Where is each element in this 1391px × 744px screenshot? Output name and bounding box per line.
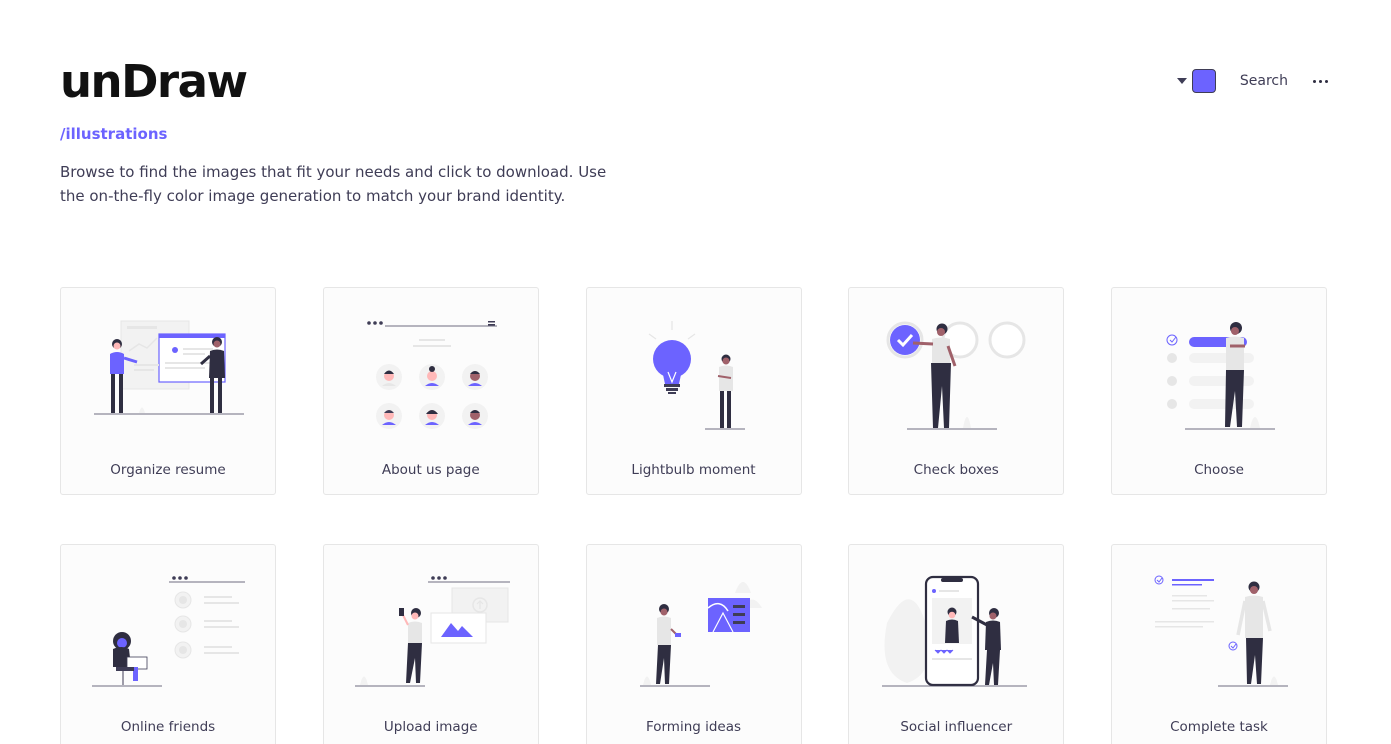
illustration-title: Organize resume (110, 462, 226, 478)
search-button[interactable]: Search (1240, 73, 1288, 89)
illustration-card[interactable]: About us page (322, 287, 539, 495)
site-logo[interactable]: unDraw (60, 55, 248, 108)
illustration-title: Forming ideas (645, 719, 742, 735)
illustration-title: Check boxes (913, 462, 999, 478)
illustration-grid: Organize resume About us page Lightbulb … (60, 287, 1327, 744)
check-boxes-illustration (886, 321, 1026, 430)
color-picker-swatch[interactable] (1191, 69, 1216, 93)
illustration-card[interactable]: Social influencer (848, 544, 1065, 744)
illustration-card[interactable]: Forming ideas (585, 544, 802, 744)
illustration-title: Social influencer (900, 719, 1013, 735)
choose-illustration (1166, 322, 1275, 430)
organize-resume-illustration (94, 320, 244, 415)
online-friends-illustration (92, 576, 245, 687)
illustration-title: Online friends (120, 719, 216, 735)
about-us-page-illustration (366, 321, 497, 429)
illustration-card[interactable]: Check boxes (848, 287, 1065, 495)
illustration-card[interactable]: Choose (1111, 287, 1327, 495)
illustration-card[interactable]: Online friends (60, 544, 276, 744)
upload-image-illustration (354, 576, 510, 687)
complete-task-illustration (1154, 575, 1288, 687)
social-influencer-illustration (882, 575, 1028, 687)
illustration-card[interactable]: Upload image (322, 544, 539, 744)
illustration-card[interactable]: Organize resume (60, 287, 276, 495)
forming-ideas-illustration (639, 582, 762, 687)
header-controls: Search (1176, 69, 1328, 93)
illustration-card[interactable]: Lightbulb moment (585, 287, 802, 495)
intro-text: Browse to find the images that fit your … (60, 163, 607, 205)
illustrations-link[interactable]: /illustrations (60, 125, 167, 143)
illustration-title: Choose (1194, 462, 1244, 478)
more-icon[interactable] (1313, 69, 1328, 93)
caret-down-icon[interactable] (1176, 78, 1187, 84)
illustration-title: Lightbulb moment (631, 462, 756, 478)
illustration-title: About us page (381, 462, 480, 478)
illustration-title: Complete task (1170, 719, 1268, 735)
illustration-card[interactable]: Complete task (1111, 544, 1327, 744)
illustration-title: Upload image (383, 719, 478, 735)
lightbulb-moment-illustration (648, 321, 745, 430)
